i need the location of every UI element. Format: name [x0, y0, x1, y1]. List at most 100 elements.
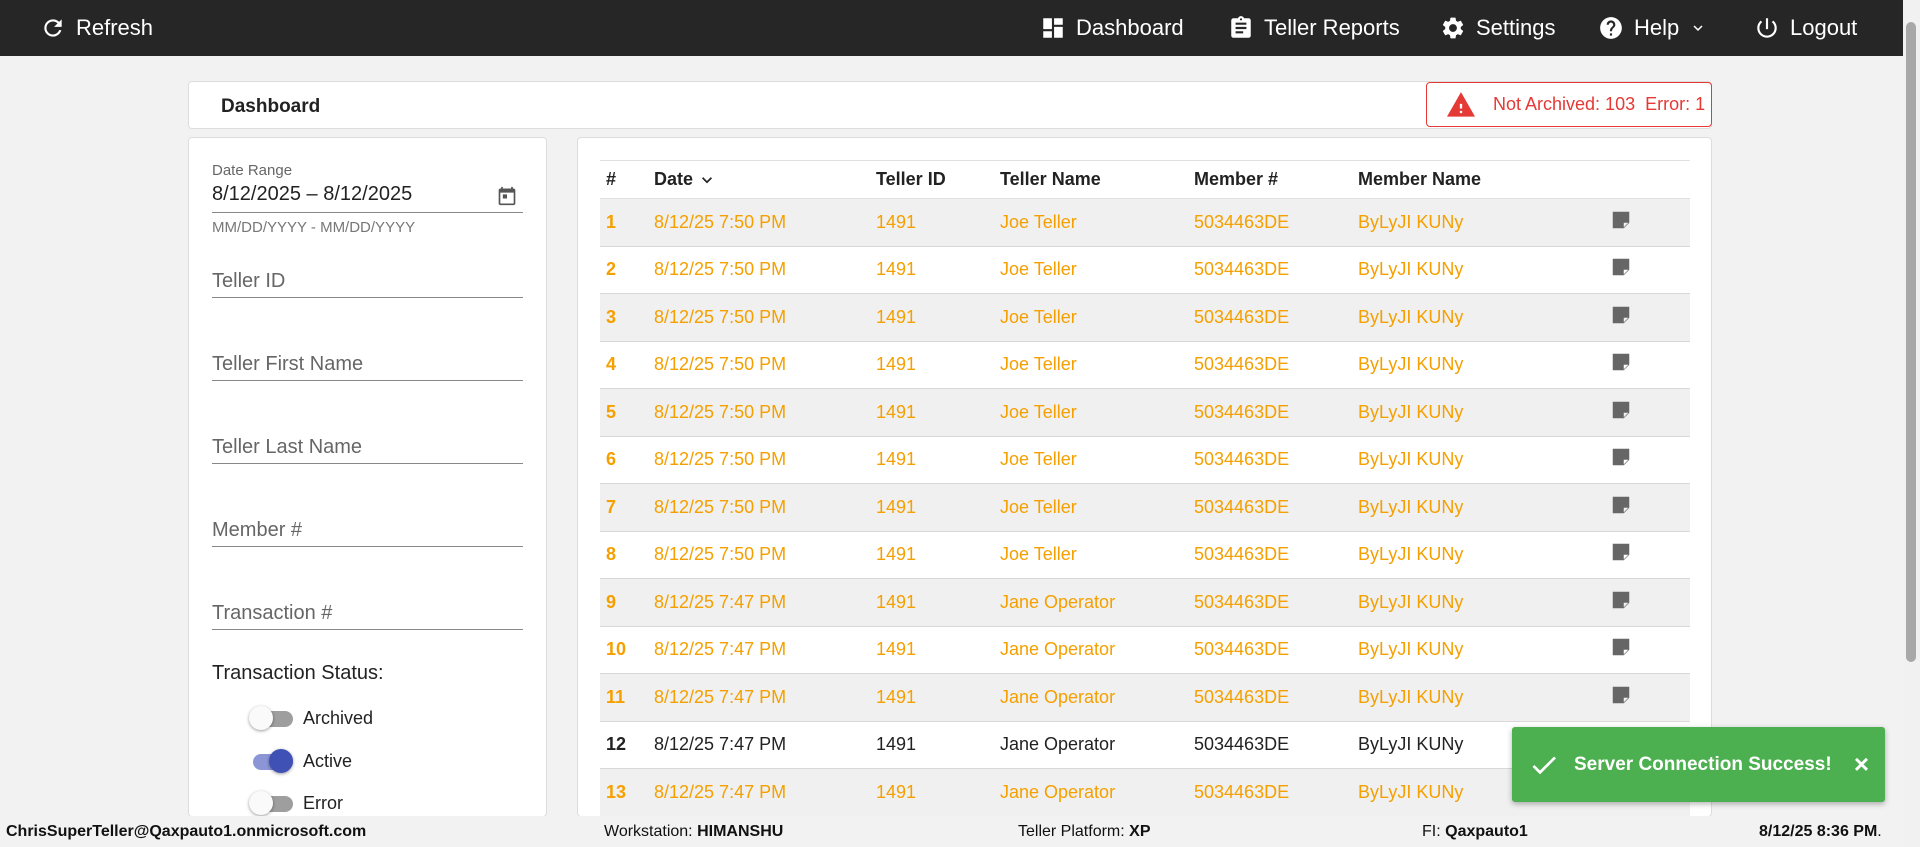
toast-close-button[interactable]: × — [1854, 749, 1869, 780]
nav-teller-reports-button[interactable]: Teller Reports — [1228, 0, 1400, 56]
footer-user: ChrisSuperTeller@Qaxpauto1.onmicrosoft.c… — [6, 823, 367, 840]
table-row[interactable]: 6 8/12/25 7:50 PM 1491 Joe Teller 5034463DE B… — [600, 436, 1690, 484]
row-date-cell: 8/12/25 7:47 PM — [648, 626, 870, 674]
row-member-name-cell: ByLyJI KUNy — [1352, 246, 1604, 294]
note-icon[interactable] — [1610, 494, 1632, 516]
row-actions-cell — [1604, 293, 1690, 342]
archive-status-alert[interactable]: Not Archived: 103 Error: 1 — [1426, 82, 1712, 127]
note-icon[interactable] — [1610, 256, 1632, 278]
teller-id-field[interactable]: Teller ID — [212, 270, 523, 298]
row-member-number-cell: 5034463DE — [1188, 388, 1352, 437]
table-row[interactable]: 5 8/12/25 7:50 PM 1491 Joe Teller 5034463DE B… — [600, 388, 1690, 437]
row-actions-cell — [1604, 626, 1690, 674]
row-teller-id-cell: 1491 — [870, 483, 994, 532]
row-number-cell: 11 — [600, 673, 648, 722]
table-row[interactable]: 8 8/12/25 7:50 PM 1491 Joe Teller 5034463DE B… — [600, 531, 1690, 579]
table-row[interactable]: 4 8/12/25 7:50 PM 1491 Joe Teller 5034463DE B… — [600, 341, 1690, 389]
note-icon[interactable] — [1610, 209, 1632, 231]
table-row[interactable]: 9 8/12/25 7:47 PM 1491 Jane Operator 5034463… — [600, 578, 1690, 627]
column-header-date[interactable]: Date — [648, 160, 870, 199]
note-icon[interactable] — [1610, 684, 1632, 706]
warning-icon — [1447, 91, 1475, 117]
archived-toggle-row[interactable]: Archived — [249, 705, 373, 731]
column-header-number[interactable]: # — [600, 160, 648, 199]
row-teller-id-cell: 1491 — [870, 436, 994, 484]
transaction-number-input[interactable]: Transaction # — [212, 602, 523, 630]
row-member-name-cell: ByLyJI KUNy — [1352, 388, 1604, 437]
transaction-status-title: Transaction Status: — [212, 662, 384, 684]
row-member-name-cell: ByLyJI KUNy — [1352, 578, 1604, 627]
refresh-icon — [44, 19, 62, 37]
row-actions-cell — [1604, 578, 1690, 627]
column-header-teller-id[interactable]: Teller ID — [870, 160, 994, 199]
sort-descending-icon[interactable] — [697, 170, 717, 190]
row-member-number-cell: 5034463DE — [1188, 768, 1352, 816]
teller-first-name-field[interactable]: Teller First Name — [212, 353, 523, 381]
column-header-member-number[interactable]: Member # — [1188, 160, 1352, 199]
note-icon[interactable] — [1610, 304, 1632, 326]
row-member-name-cell: ByLyJI KUNy — [1352, 198, 1604, 247]
nav-settings-button[interactable]: Settings — [1440, 0, 1556, 56]
member-number-field[interactable]: Member # — [212, 519, 523, 547]
active-toggle-label: Active — [303, 750, 353, 771]
error-toggle-row[interactable]: Error — [249, 790, 343, 816]
page-scrollbar[interactable] — [1903, 0, 1920, 847]
active-toggle-row[interactable]: Active — [249, 748, 352, 774]
note-icon[interactable] — [1610, 446, 1632, 468]
teller-last-name-input[interactable]: Teller Last Name — [212, 436, 523, 464]
row-teller-name-cell: Joe Teller — [994, 246, 1188, 294]
row-member-number-cell: 5034463DE — [1188, 293, 1352, 342]
archived-toggle[interactable] — [249, 705, 293, 731]
note-icon[interactable] — [1610, 399, 1632, 421]
table-row[interactable]: 2 8/12/25 7:50 PM 1491 Joe Teller 5034463DE B… — [600, 246, 1690, 294]
nav-dashboard-label: Dashboard — [1076, 15, 1184, 40]
calendar-icon[interactable] — [497, 186, 517, 206]
footer-platform-value: XP — [1129, 823, 1151, 840]
table-row[interactable]: 1 8/12/25 7:50 PM 1491 Joe Teller 5034463DE B… — [600, 198, 1690, 247]
row-date-cell: 8/12/25 7:50 PM — [648, 341, 870, 389]
nav-settings-label: Settings — [1476, 15, 1556, 40]
row-number-cell: 5 — [600, 388, 648, 437]
nav-dashboard-button[interactable]: Dashboard — [1040, 0, 1184, 56]
row-member-name-cell: ByLyJI KUNy — [1352, 293, 1604, 342]
teller-last-name-field[interactable]: Teller Last Name — [212, 436, 523, 464]
row-teller-name-cell: Joe Teller — [994, 483, 1188, 532]
teller-first-name-input[interactable]: Teller First Name — [212, 353, 523, 381]
table-row[interactable]: 3 8/12/25 7:50 PM 1491 Joe Teller 5034463DE B… — [600, 293, 1690, 342]
table-row[interactable]: 7 8/12/25 7:50 PM 1491 Joe Teller 5034463DE B… — [600, 483, 1690, 532]
row-member-number-cell: 5034463DE — [1188, 341, 1352, 389]
nav-logout-label: Logout — [1790, 15, 1858, 40]
nav-help-button[interactable]: Help — [1598, 0, 1707, 56]
row-teller-name-cell: Jane Operator — [994, 626, 1188, 674]
note-icon[interactable] — [1610, 541, 1632, 563]
date-range-field[interactable]: Date Range 8/12/2025 – 8/12/2025 MM/DD/Y… — [212, 162, 523, 236]
nav-teller-reports-label: Teller Reports — [1264, 15, 1400, 40]
row-teller-id-cell: 1491 — [870, 531, 994, 579]
teller-id-input[interactable]: Teller ID — [212, 270, 523, 298]
error-toggle[interactable] — [249, 790, 293, 816]
transaction-number-field[interactable]: Transaction # — [212, 602, 523, 630]
date-range-input[interactable]: 8/12/2025 – 8/12/2025 — [212, 183, 523, 206]
row-number-cell: 12 — [600, 721, 648, 769]
note-icon[interactable] — [1610, 351, 1632, 373]
date-range-label: Date Range — [212, 162, 293, 179]
column-header-member-name[interactable]: Member Name — [1352, 160, 1604, 199]
row-date-cell: 8/12/25 7:47 PM — [648, 768, 870, 816]
active-toggle[interactable] — [249, 748, 293, 774]
table-row[interactable]: 11 8/12/25 7:47 PM 1491 Jane Operator 503446… — [600, 673, 1690, 722]
nav-logout-button[interactable]: Logout — [1754, 0, 1857, 56]
note-icon[interactable] — [1610, 636, 1632, 658]
member-number-input[interactable]: Member # — [212, 519, 523, 547]
page-scrollbar-thumb[interactable] — [1906, 22, 1916, 662]
refresh-button[interactable]: Refresh — [40, 0, 153, 56]
table-row[interactable]: 10 8/12/25 7:47 PM 1491 Jane Operator 503446… — [600, 626, 1690, 674]
footer-workstation-value: HIMANSHU — [697, 823, 784, 840]
power-icon — [1757, 18, 1777, 38]
column-header-teller-name[interactable]: Teller Name — [994, 160, 1188, 199]
top-nav-bar: Refresh Dashboard Teller Reports Setting… — [0, 0, 1920, 56]
row-member-name-cell: ByLyJI KUNy — [1352, 531, 1604, 579]
nav-help-label: Help — [1634, 15, 1680, 40]
row-date-cell: 8/12/25 7:47 PM — [648, 673, 870, 722]
footer-fi-label: FI: — [1422, 823, 1441, 840]
note-icon[interactable] — [1610, 589, 1632, 611]
